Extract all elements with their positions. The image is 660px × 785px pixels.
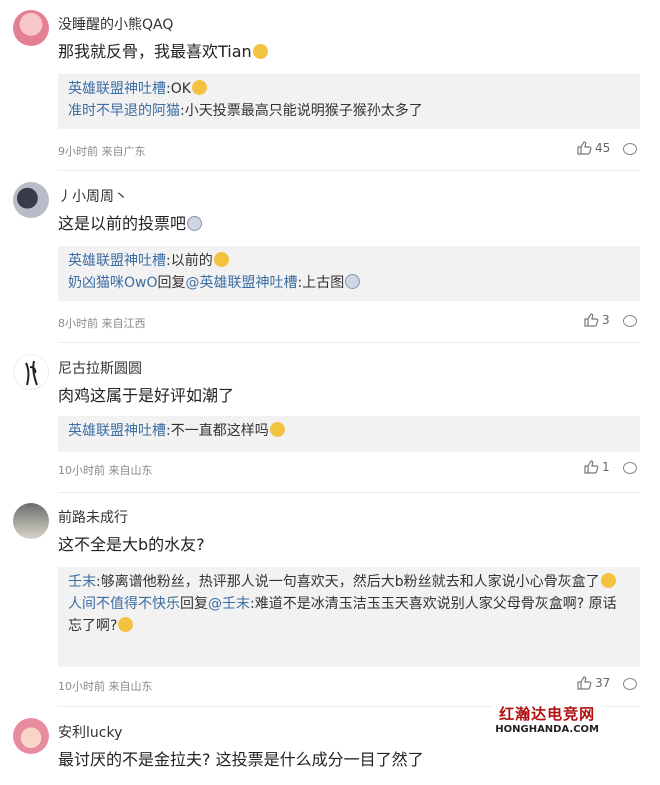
avatar[interactable] [13, 182, 49, 218]
emoji-icon [191, 80, 207, 95]
avatar[interactable] [13, 354, 49, 390]
avatar[interactable] [13, 10, 49, 46]
comment-meta: 8小时前 来自江西 [58, 317, 146, 330]
avatar[interactable] [13, 718, 49, 754]
like-count: 1 [602, 460, 610, 474]
reply-target-link[interactable]: @壬末 [208, 596, 250, 612]
reply-box: 英雄联盟神吐槽:以前的 奶凶猫咪OwO回复@英雄联盟神吐槽:上古图 [58, 246, 640, 301]
avatar-sketch-icon [25, 360, 38, 386]
reply-author-link[interactable]: 英雄联盟神吐槽 [68, 81, 166, 97]
thumbs-up-icon [584, 313, 599, 327]
watermark-title: 红瀚达电竞网 [499, 705, 596, 723]
divider [58, 170, 640, 171]
reply-author-link[interactable]: 英雄联盟神吐槽 [68, 253, 166, 269]
emoji-icon [187, 216, 203, 231]
divider [58, 492, 640, 493]
reply-author-link[interactable]: 准时不早退的阿猫 [68, 103, 180, 119]
comment-text: 这是以前的投票吧 [58, 210, 203, 234]
like-button[interactable]: 37 [577, 676, 610, 690]
reply-target-link[interactable]: @英雄联盟神吐槽 [186, 275, 298, 291]
comment-bubble-icon[interactable] [623, 678, 637, 690]
comment-text: 最讨厌的不是金拉夫? 这投票是什么成分一目了然了 [58, 750, 424, 769]
reply-line: 英雄联盟神吐槽:不一直都这样吗 [68, 420, 630, 442]
emoji-icon [600, 573, 616, 588]
comment-username[interactable]: 丿小周周丶 [58, 186, 128, 206]
emoji-icon [252, 44, 268, 59]
comment-text: 这不全是大b的水友? [58, 535, 205, 554]
like-button[interactable]: 1 [584, 460, 610, 474]
comment-username[interactable]: 没睡醒的小熊QAQ [58, 14, 173, 34]
divider [58, 342, 640, 343]
comment-text: 肉鸡这属于是好评如潮了 [58, 386, 235, 405]
thumbs-up-icon [577, 141, 592, 155]
thumbs-up-icon [584, 460, 599, 474]
comment-username[interactable]: 尼古拉斯圆圆 [58, 358, 142, 378]
comment-meta: 10小时前 来自山东 [58, 680, 153, 693]
reply-line: 奶凶猫咪OwO回复@英雄联盟神吐槽:上古图 [68, 272, 630, 294]
reply-line: 英雄联盟神吐槽:以前的 [68, 250, 630, 272]
reply-author-link[interactable]: 奶凶猫咪OwO [68, 275, 158, 291]
comment-text: 那我就反骨，我最喜欢Tian [58, 38, 268, 62]
watermark-domain: HONGHANDA.COM [495, 724, 599, 735]
comment-bubble-icon[interactable] [623, 143, 637, 155]
like-count: 3 [602, 313, 610, 327]
like-button[interactable]: 45 [577, 141, 610, 155]
like-count: 37 [595, 676, 611, 690]
reply-author-link[interactable]: 壬末 [68, 574, 96, 590]
reply-box: 壬末:够离谱他粉丝，热评那人说一句喜欢天，然后大b粉丝就去和人家说小心骨灰盒了 … [58, 567, 640, 667]
emoji-icon [118, 617, 134, 632]
reply-author-link[interactable]: 英雄联盟神吐槽 [68, 423, 166, 439]
comment-username[interactable]: 安利lucky [58, 722, 122, 742]
like-button[interactable]: 3 [584, 313, 610, 327]
thumbs-up-icon [577, 676, 592, 690]
comment-bubble-icon[interactable] [623, 315, 637, 327]
comment-meta: 10小时前 来自山东 [58, 464, 153, 477]
comment-username[interactable]: 前路未成行 [58, 507, 128, 527]
emoji-icon [213, 252, 229, 267]
reply-line: 人间不值得不快乐回复@壬末:难道不是冰清玉洁玉玉天喜欢说别人家父母骨灰盒啊? 原… [68, 596, 617, 634]
watermark: 红瀚达电竞网 HONGHANDA.COM [492, 702, 602, 736]
comment-bubble-icon[interactable] [623, 462, 637, 474]
reply-author-link[interactable]: 人间不值得不快乐 [68, 596, 180, 612]
reply-box: 英雄联盟神吐槽:不一直都这样吗 [58, 416, 640, 452]
emoji-icon [269, 422, 285, 437]
avatar[interactable] [13, 503, 49, 539]
reply-box: 英雄联盟神吐槽:OK 准时不早退的阿猫:小天投票最高只能说明猴子猴孙太多了 [58, 74, 640, 129]
comment-meta: 9小时前 来自广东 [58, 145, 146, 158]
like-count: 45 [595, 141, 611, 155]
reply-line: 壬末:够离谱他粉丝，热评那人说一句喜欢天，然后大b粉丝就去和人家说小心骨灰盒了 [68, 571, 630, 593]
emoji-icon [345, 274, 361, 289]
reply-line: 准时不早退的阿猫:小天投票最高只能说明猴子猴孙太多了 [68, 103, 423, 119]
reply-line: 英雄联盟神吐槽:OK [68, 78, 630, 100]
